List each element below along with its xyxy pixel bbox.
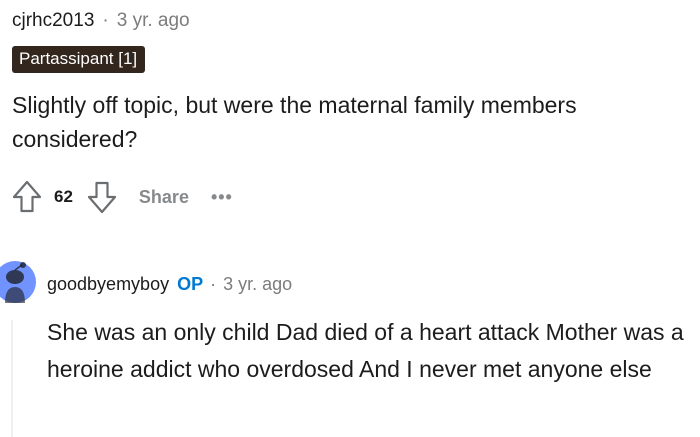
vote-score: 62 bbox=[54, 187, 73, 206]
comment-timestamp[interactable]: 3 yr. ago bbox=[117, 10, 190, 32]
reply-username[interactable]: goodbyemyboy bbox=[47, 274, 169, 295]
comment-username[interactable]: cjrhc2013 bbox=[12, 10, 94, 32]
reply-timestamp[interactable]: 3 yr. ago bbox=[223, 274, 292, 295]
upvote-arrow-icon[interactable] bbox=[12, 180, 42, 214]
comment-action-bar: 62 Share ••• bbox=[12, 176, 233, 218]
reply-meta: goodbyemyboy OP · 3 yr. ago bbox=[47, 270, 692, 298]
meta-separator: · bbox=[210, 273, 217, 294]
more-options-button[interactable]: ••• bbox=[211, 187, 233, 208]
snoo-avatar-icon[interactable] bbox=[0, 257, 36, 307]
meta-separator: · bbox=[102, 10, 109, 31]
share-button[interactable]: Share bbox=[139, 187, 189, 208]
comment: cjrhc2013 · 3 yr. ago Partassipant [1] S… bbox=[12, 8, 690, 156]
reply-body: She was an only child Dad died of a hear… bbox=[47, 319, 684, 382]
user-flair-badge: Partassipant [1] bbox=[12, 46, 146, 73]
thread-line[interactable] bbox=[11, 320, 13, 437]
comment-body: Slightly off topic, but were the materna… bbox=[12, 92, 577, 152]
reply-comment: goodbyemyboy OP · 3 yr. ago She was an o… bbox=[47, 270, 692, 388]
comment-meta: cjrhc2013 · 3 yr. ago bbox=[12, 8, 690, 34]
op-badge: OP bbox=[177, 273, 204, 294]
downvote-arrow-icon[interactable] bbox=[87, 180, 117, 214]
